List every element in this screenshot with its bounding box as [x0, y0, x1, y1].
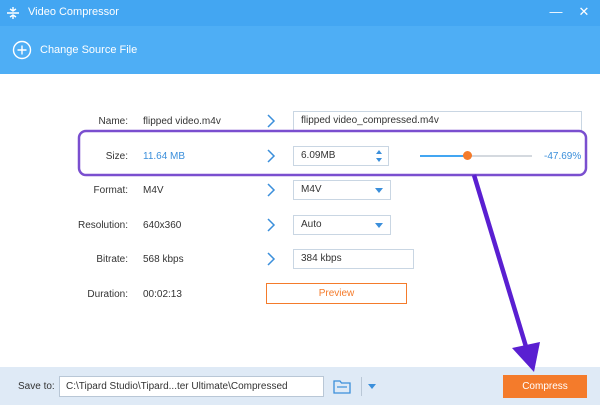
resolution-dropdown[interactable]: Auto	[293, 215, 391, 235]
resolution-source-value: 640x360	[143, 220, 182, 231]
size-output-value: 6.09MB	[301, 150, 336, 161]
format-dropdown[interactable]: M4V	[293, 180, 391, 200]
resolution-label: Resolution:	[77, 220, 128, 231]
bitrate-label: Bitrate:	[96, 254, 128, 265]
toolbar: Change Source File	[0, 26, 600, 74]
minimize-button[interactable]: —	[548, 4, 564, 20]
name-source-value: flipped video.m4v	[143, 116, 221, 127]
compress-app-icon	[7, 7, 19, 19]
chevron-right-icon	[267, 183, 276, 197]
size-percent: -47.69%	[544, 151, 582, 162]
save-path-value: C:\Tipard Studio\Tipard...ter Ultimate\C…	[66, 381, 288, 392]
duration-label: Duration:	[87, 289, 128, 300]
size-slider-thumb[interactable]	[462, 151, 472, 160]
window-title: Video Compressor	[28, 6, 119, 18]
bitrate-source-value: 568 kbps	[143, 254, 184, 265]
chevron-down-icon	[375, 223, 383, 228]
chevron-right-icon	[267, 149, 276, 163]
compress-button[interactable]: Compress	[503, 375, 587, 398]
title-bar: Video Compressor — ✕	[0, 0, 600, 26]
bitrate-input[interactable]: 384 kbps	[293, 249, 414, 269]
annotation-arrow-shaft	[471, 174, 530, 351]
spin-up-icon[interactable]	[376, 150, 382, 154]
size-source-value: 11.64 MB	[143, 151, 186, 162]
chevron-right-icon	[267, 114, 276, 128]
format-source-value: M4V	[143, 185, 164, 196]
chevron-down-icon	[375, 188, 383, 193]
change-source-label: Change Source File	[40, 44, 138, 56]
spin-down-icon[interactable]	[376, 158, 382, 162]
plus-circle-icon	[12, 40, 32, 60]
folder-icon[interactable]	[333, 379, 351, 394]
resolution-output-value: Auto	[301, 219, 322, 230]
format-label: Format:	[93, 185, 128, 196]
name-label: Name:	[98, 116, 128, 127]
chevron-down-icon	[368, 384, 376, 389]
duration-source-value: 00:02:13	[143, 289, 182, 300]
save-to-label: Save to:	[18, 381, 55, 392]
preview-button[interactable]: Preview	[266, 283, 407, 304]
output-name-input[interactable]: flipped video_compressed.m4v	[293, 111, 582, 131]
size-label: Size:	[105, 151, 128, 162]
chevron-right-icon	[267, 218, 276, 232]
footer-bar: Save to: C:\Tipard Studio\Tipard...ter U…	[0, 367, 600, 405]
size-slider[interactable]	[420, 151, 532, 160]
format-output-value: M4V	[301, 184, 322, 195]
chevron-right-icon	[267, 252, 276, 266]
close-button[interactable]: ✕	[576, 4, 592, 20]
size-stepper[interactable]: 6.09MB	[293, 146, 389, 166]
size-slider-fill	[420, 155, 468, 157]
save-path-select[interactable]: C:\Tipard Studio\Tipard...ter Ultimate\C…	[59, 376, 376, 397]
save-path-dropdown-button[interactable]	[361, 377, 383, 396]
